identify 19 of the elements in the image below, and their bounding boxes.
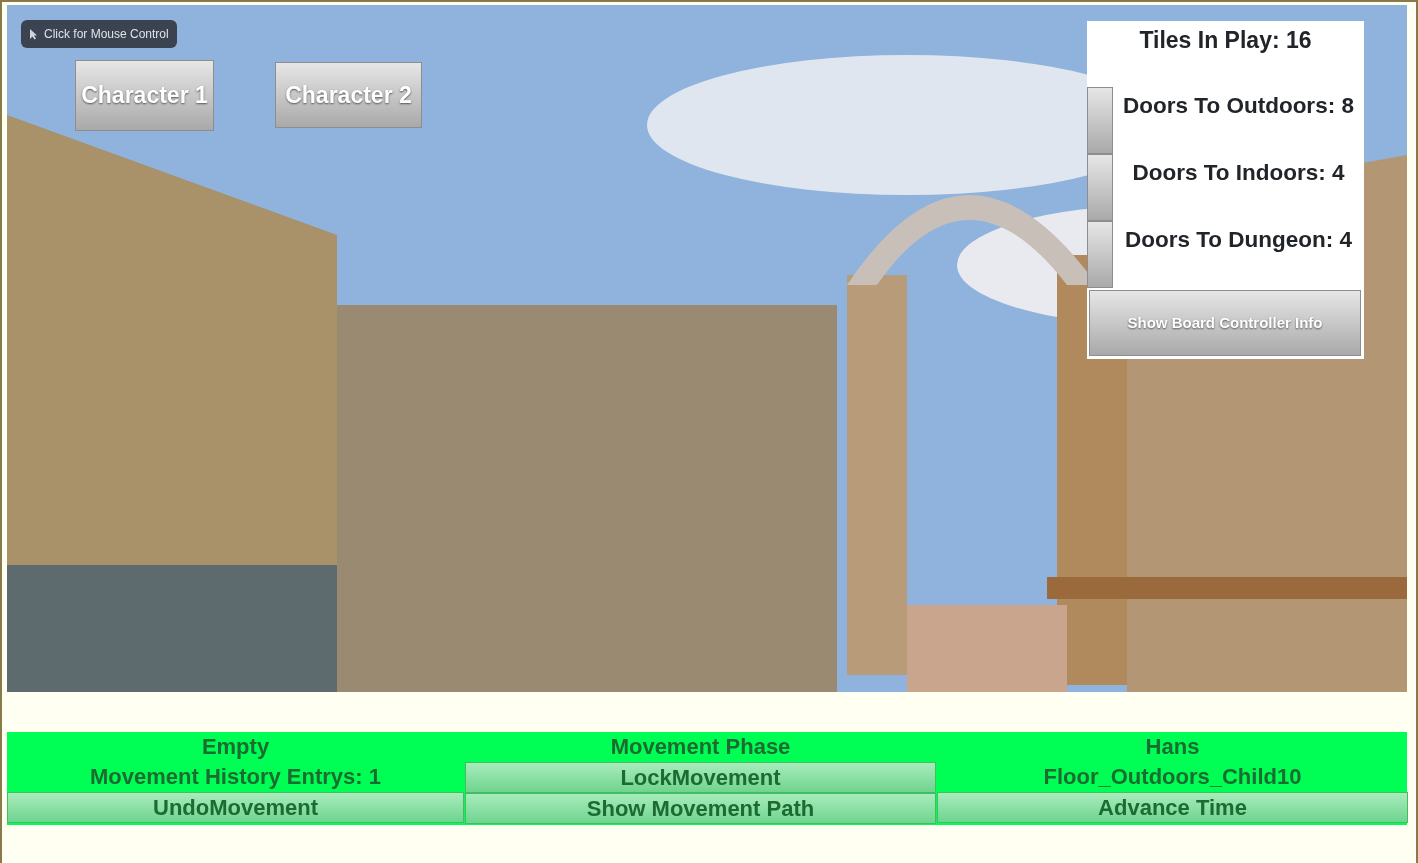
door-button[interactable] — [1087, 221, 1113, 288]
door-count: Doors To Dungeon: 4 — [1123, 226, 1354, 254]
action-button[interactable]: LockMovement — [465, 762, 936, 793]
tiles-count: Tiles In Play: 16 — [1138, 26, 1313, 55]
status-text: Movement History Entrys: 1 — [89, 763, 382, 791]
action-button[interactable]: Show Movement Path — [465, 793, 936, 824]
status-text: Empty — [200, 733, 271, 761]
status-text: Hans — [1144, 733, 1201, 761]
door-button[interactable] — [1087, 154, 1113, 221]
hint-text: Click for Mouse Control — [44, 26, 169, 43]
status-text: Movement Phase — [609, 733, 792, 761]
cursor-icon — [29, 28, 38, 40]
action-button[interactable]: Advance Time — [937, 792, 1408, 823]
door-count: Doors To Outdoors: 8 — [1122, 92, 1355, 120]
status-text: Floor_Outdoors_Child10 — [1042, 763, 1303, 791]
door-count: Doors To Indoors: 4 — [1131, 159, 1346, 187]
mouse-control-hint[interactable]: Click for Mouse Control — [21, 20, 177, 48]
action-button[interactable]: UndoMovement — [7, 792, 464, 823]
door-button[interactable] — [1087, 87, 1113, 154]
